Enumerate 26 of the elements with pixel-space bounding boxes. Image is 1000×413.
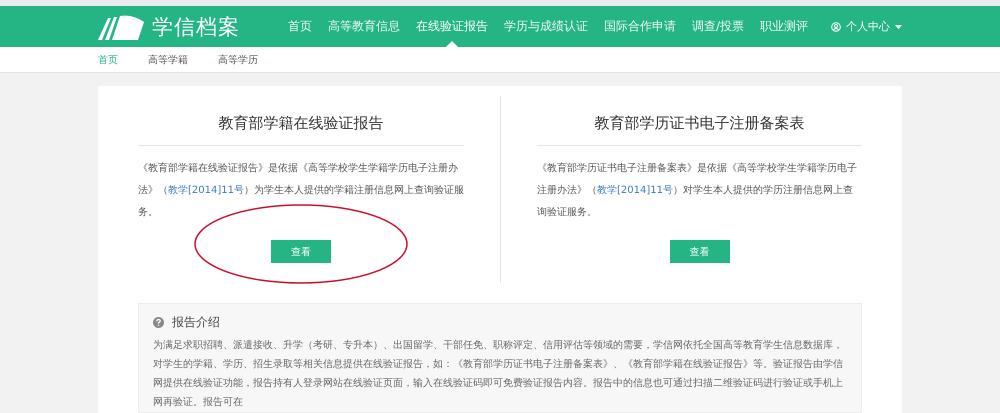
regulation-link[interactable]: 教学[2014]11号 bbox=[168, 185, 244, 196]
report-title: 教育部学籍在线验证报告 bbox=[138, 114, 464, 146]
nav-link[interactable]: 首页 bbox=[280, 6, 320, 48]
nav-link[interactable]: 高等教育信息 bbox=[320, 6, 408, 48]
report-description: 《教育部学籍在线验证报告》是依据《高等学校学生学籍学历电子注册办法》（教学[2014]11号）为学生本人提供的学籍注册信息网上查询验证服务。 bbox=[138, 162, 464, 220]
view-button[interactable]: 查看 bbox=[670, 240, 730, 263]
breadcrumb-link[interactable]: 高等学历 bbox=[218, 52, 258, 67]
report-description: 《教育部学历证书电子注册备案表》是依据《高等学校学生学籍学历电子注册办法》（教学[2014]11号）对学生本人提供的学历注册信息网上查询验证服务。 bbox=[537, 162, 858, 220]
nav-link[interactable]: 在线验证报告 bbox=[408, 6, 496, 48]
breadcrumb-link[interactable]: 高等学籍 bbox=[148, 52, 188, 67]
help-icon bbox=[153, 317, 164, 328]
intro-title: 报告介绍 bbox=[172, 314, 220, 331]
nav-link[interactable]: 国际合作申请 bbox=[596, 6, 684, 48]
nav-link[interactable]: 职业测评 bbox=[752, 6, 816, 48]
user-menu[interactable]: 个人中心 bbox=[831, 19, 902, 34]
user-icon bbox=[831, 22, 841, 32]
nav-link[interactable]: 调查/投票 bbox=[684, 6, 752, 48]
site-logo-text[interactable]: 学信档案 bbox=[152, 12, 240, 41]
view-button[interactable]: 查看 bbox=[271, 240, 331, 263]
breadcrumb-link[interactable]: 首页 bbox=[98, 52, 118, 67]
book-logo-icon bbox=[98, 14, 144, 40]
report-title: 教育部学历证书电子注册备案表 bbox=[537, 114, 862, 146]
nav-link[interactable]: 学历与成绩认证 bbox=[496, 6, 596, 48]
caret-icon bbox=[895, 24, 902, 29]
intro-text: 为满足求职招聘、派遣接收、升学（考研、专升本）、出国留学、干部任免、职称评定、信用评估等领域的需要，学信网依托全国高等教育学生信息数据库，对学生的学籍、学历、招生录取等相关信息提供在线验证报告，如：《教育部学历证书电子注册备案表》、《教育部学籍在线验证报告》等。验证报告由学信网提供在线验证功能，报告持有人登录网站在线验证页面，输入在线验证码即可免费验证报告内容。报告中的信息也可通过扫描二维验证码进行验证或手机上网再验证。报告可在 bbox=[153, 338, 844, 410]
regulation-link[interactable]: 教学[2014]11号 bbox=[597, 185, 673, 196]
